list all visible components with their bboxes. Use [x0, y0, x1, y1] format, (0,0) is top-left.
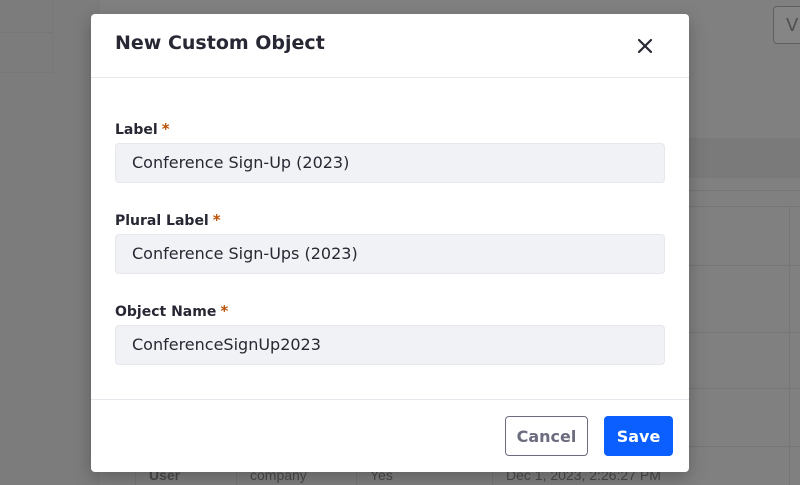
new-custom-object-modal: New Custom Object Label * Conference Sign… — [91, 14, 689, 472]
required-indicator: * — [220, 302, 229, 320]
modal-footer: Cancel Save — [91, 399, 689, 472]
label-field-label-text: Label — [115, 122, 158, 138]
object-name-field-label-text: Object Name — [115, 304, 217, 320]
label-input[interactable]: Conference Sign-Up (2023) — [115, 143, 665, 183]
modal-title: New Custom Object — [115, 32, 325, 54]
modal-header: New Custom Object — [91, 14, 689, 78]
object-name-input[interactable]: ConferenceSignUp2023 — [115, 325, 665, 365]
close-button[interactable] — [629, 30, 661, 62]
background-sidebar-cell — [0, 0, 53, 33]
background-sidebar-cell — [0, 32, 53, 73]
plural-label-input[interactable]: Conference Sign-Ups (2023) — [115, 234, 665, 274]
background-view-button: V — [773, 6, 800, 44]
plural-label-field-label: Plural Label * — [115, 211, 221, 229]
required-indicator: * — [161, 120, 170, 138]
save-button[interactable]: Save — [604, 416, 673, 456]
cancel-button[interactable]: Cancel — [505, 416, 588, 456]
close-icon — [637, 38, 653, 54]
background-col-divider — [789, 206, 790, 485]
background-sidebar — [0, 0, 101, 485]
object-name-field-label: Object Name * — [115, 302, 228, 320]
label-field-label: Label * — [115, 120, 170, 138]
plural-label-field-label-text: Plural Label — [115, 213, 209, 229]
modal-body: Label * Conference Sign-Up (2023) Plural … — [91, 78, 689, 399]
required-indicator: * — [212, 211, 221, 229]
